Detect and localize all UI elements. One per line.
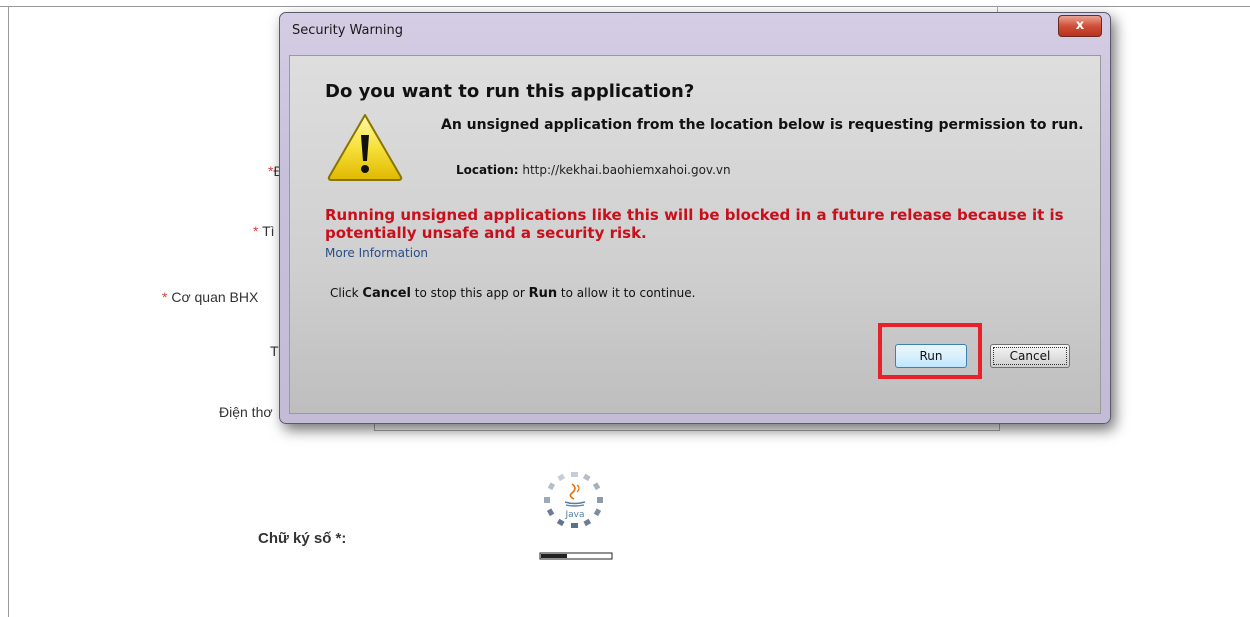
instr-part3: to allow it to continue.: [557, 286, 696, 300]
form-label-text: Tì: [262, 223, 275, 239]
form-label-dien-thoai: Điện thơ: [219, 404, 273, 420]
dialog-description: An unsigned application from the locatio…: [441, 117, 1084, 133]
run-button[interactable]: Run: [895, 344, 967, 368]
location-label: Location:: [456, 163, 519, 177]
unsigned-warning-text: Running unsigned applications like this …: [325, 206, 1064, 242]
browser-page: *Đ * Tì * Cơ quan BHX Tế Điện thơ Chữ ký…: [0, 0, 1250, 617]
dialog-title: Security Warning: [292, 23, 403, 38]
close-button[interactable]: x: [1058, 15, 1102, 37]
required-mark: *: [253, 223, 263, 239]
instr-run-word: Run: [528, 286, 558, 301]
location-value: http://kekhai.baohiemxahoi.gov.vn: [522, 163, 731, 177]
form-label-text: Cơ quan BHX: [171, 289, 259, 305]
page-top-border: [0, 6, 1250, 7]
required-mark: *: [162, 289, 172, 305]
location-line: Location: http://kekhai.baohiemxahoi.gov…: [456, 163, 731, 177]
java-loader: Java: [534, 470, 618, 566]
page-left-border: [8, 6, 9, 617]
form-label-text: Điện thơ: [219, 404, 273, 420]
instr-cancel-word: Cancel: [362, 286, 411, 301]
signature-label: Chữ ký số *:: [258, 530, 347, 547]
instr-part1: Click: [330, 286, 363, 300]
java-text: Java: [564, 510, 584, 520]
security-warning-dialog: Security Warning x Do you want to run th…: [279, 12, 1111, 424]
form-label-2: * Tì: [253, 223, 275, 239]
form-label-co-quan-bhx: * Cơ quan BHX: [162, 289, 258, 305]
instructions-text: Click Cancel to stop this app or Run to …: [330, 286, 695, 301]
warning-triangle-icon: [327, 114, 403, 181]
instr-part2: to stop this app or: [410, 286, 529, 300]
close-icon: x: [1075, 18, 1085, 33]
dialog-body: Do you want to run this application? An …: [289, 55, 1101, 414]
cancel-button[interactable]: Cancel: [990, 344, 1070, 368]
more-information-link[interactable]: More Information: [325, 246, 428, 260]
java-icon: Java: [539, 472, 613, 560]
dialog-heading: Do you want to run this application?: [325, 81, 695, 102]
